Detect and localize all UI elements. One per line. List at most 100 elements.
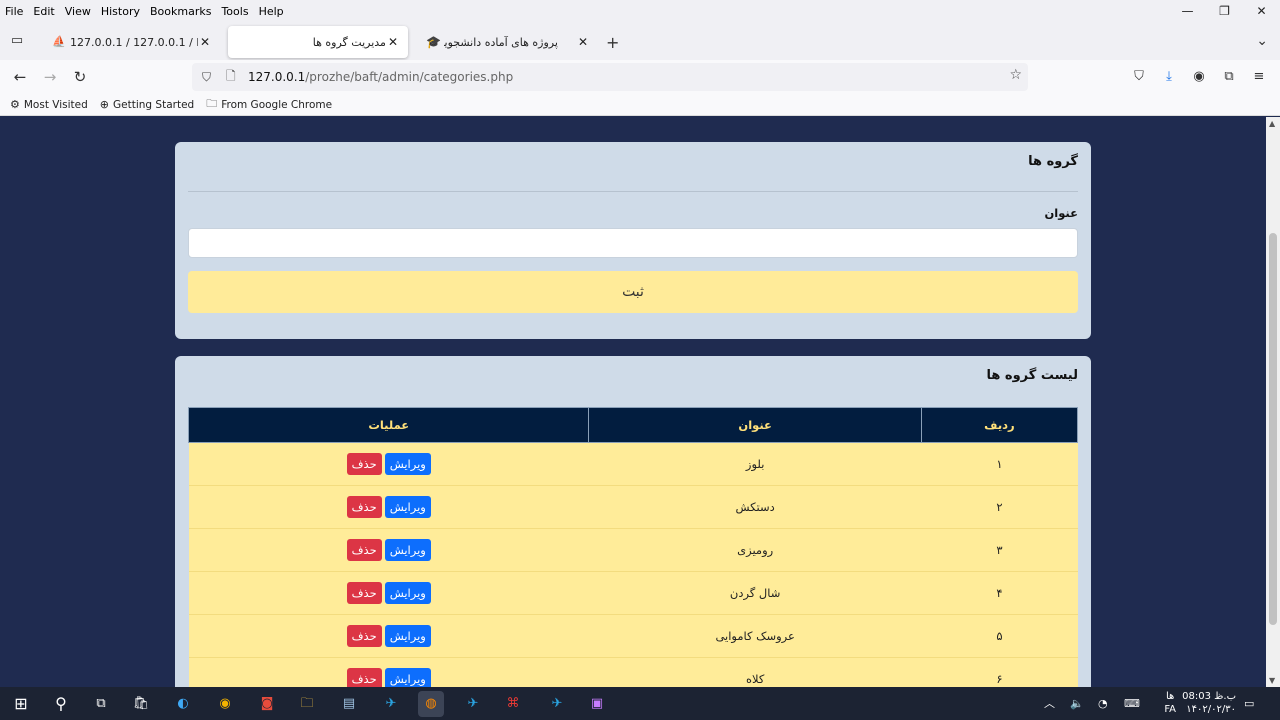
delete-button[interactable]: حذف [346, 625, 382, 647]
language-indicator[interactable]: ها FA [1164, 690, 1176, 716]
tab-title: مدیریت گروه ها [312, 35, 386, 49]
menu-view[interactable]: View [60, 5, 96, 18]
scroll-down-icon[interactable]: ▼ [1269, 676, 1275, 685]
address-bar[interactable]: ⛉ 🗋 127.0.0.1 /prozhe/baft/admin/categor… [192, 63, 1028, 91]
window-controls: — ❐ ✕ [1169, 0, 1280, 22]
category-list-card: لیست گروه ها ردیف عنوان عملیات ۱ بلوز وی… [175, 356, 1091, 687]
firefox-icon[interactable]: ◍ [418, 691, 444, 717]
bookmark-label: Most Visited [23, 98, 88, 111]
gear-icon: ⚙ [10, 98, 20, 111]
tab-categories[interactable]: مدیریت گروه ها ✕ [228, 26, 408, 58]
delete-button[interactable]: حذف [346, 453, 382, 475]
folder-icon: 🗀 [206, 97, 218, 110]
notepad-icon[interactable]: ▤ [336, 691, 362, 717]
pocket-icon[interactable]: ⛉ [1128, 66, 1150, 88]
menu-history[interactable]: History [96, 5, 145, 18]
row-number: ۶ [921, 657, 1078, 687]
edit-button[interactable]: ویرایش [384, 625, 431, 647]
telegram-icon[interactable]: ✈ [544, 691, 570, 717]
clock[interactable]: 08:03 ب.ظ ۱۴۰۲/۰۲/۳۰ [1182, 690, 1236, 716]
edit-button[interactable]: ویرایش [384, 539, 431, 561]
volume-icon[interactable]: 🔈 [1070, 687, 1084, 720]
tab-projects[interactable]: 🎓 پروژه های آماده دانشجویی ✕ [414, 26, 598, 58]
bookmark-label: From Google Chrome [221, 98, 333, 111]
row-title: عروسک کاموایی [588, 614, 922, 658]
bookmark-getting-started[interactable]: ⊕ Getting Started [100, 98, 194, 111]
keyboard-icon[interactable]: ⌨ [1124, 687, 1140, 720]
tab-list-icon[interactable]: ▭ [6, 30, 28, 52]
scroll-up-icon[interactable]: ▲ [1269, 119, 1275, 128]
chevron-down-icon[interactable]: ⌄ [1256, 33, 1268, 49]
download-icon[interactable]: ⤓ [1158, 66, 1180, 88]
delete-button[interactable]: حذف [346, 668, 382, 687]
scroll-thumb[interactable] [1269, 233, 1277, 625]
telegram-icon[interactable]: ✈ [460, 691, 486, 717]
delete-button[interactable]: حذف [346, 582, 382, 604]
edit-button[interactable]: ویرایش [384, 668, 431, 687]
bookmarks-bar: ⚙ Most Visited ⊕ Getting Started 🗀 From … [0, 94, 1280, 116]
edit-button[interactable]: ویرایش [384, 582, 431, 604]
acrobat-icon[interactable]: ⌘ [500, 691, 526, 717]
row-operations: ویرایش حذف [188, 442, 589, 486]
chrome-icon[interactable]: ◉ [212, 691, 238, 717]
navigation-bar: ← → ↻ ⛉ 🗋 127.0.0.1 /prozhe/baft/admin/c… [0, 60, 1280, 94]
row-title: شال گردن [588, 571, 922, 615]
bookmark-star-icon[interactable]: ☆ [1009, 67, 1022, 83]
list-card-title: لیست گروه ها [986, 368, 1078, 383]
url-host: 127.0.0.1 [248, 70, 306, 84]
bookmark-most-visited[interactable]: ⚙ Most Visited [10, 98, 88, 111]
menu-help[interactable]: Help [254, 5, 289, 18]
menu-edit[interactable]: Edit [28, 5, 59, 18]
row-title: دستکش [588, 485, 922, 529]
forward-icon[interactable]: → [38, 66, 62, 88]
file-explorer-icon[interactable]: 🗀 [294, 691, 320, 717]
bookmark-label: Getting Started [113, 98, 195, 111]
close-icon[interactable]: ✕ [200, 35, 210, 49]
shield-icon[interactable]: ⛉ [202, 70, 216, 85]
edge-icon[interactable]: ◐ [170, 691, 196, 717]
category-form-card: گروه ها عنوان ثبت [175, 142, 1091, 339]
bookmark-from-chrome[interactable]: 🗀 From Google Chrome [206, 95, 332, 114]
row-operations: ویرایش حذف [188, 528, 589, 572]
delete-button[interactable]: حذف [346, 496, 382, 518]
edit-button[interactable]: ویرایش [384, 453, 431, 475]
lang-top: ها [1165, 691, 1175, 702]
close-icon[interactable]: ✕ [388, 35, 398, 49]
divider [188, 191, 1078, 192]
close-icon[interactable]: ✕ [578, 35, 588, 49]
search-icon[interactable]: ⚲ [48, 691, 74, 717]
extensions-icon[interactable]: ⧉ [1218, 66, 1240, 88]
new-tab-button[interactable]: + [606, 33, 619, 52]
menu-hamburger-icon[interactable]: ≡ [1248, 66, 1270, 88]
table-row: ۶ کلاه ویرایش حذف [188, 657, 1078, 687]
menu-file[interactable]: File [0, 5, 28, 18]
tab-title: 127.0.0.1 / 127.0.0.1 / baft / use [70, 35, 198, 49]
task-view-icon[interactable]: ⧉ [88, 691, 114, 717]
restore-icon[interactable]: ❐ [1206, 0, 1243, 22]
account-icon[interactable]: ◉ [1188, 66, 1210, 88]
submit-button[interactable]: ثبت [188, 271, 1078, 313]
title-input[interactable] [188, 228, 1078, 258]
phpstorm-icon[interactable]: ▣ [584, 691, 610, 717]
windows-start-icon[interactable]: ⊞ [8, 691, 34, 717]
globe-icon: ⊕ [99, 98, 110, 111]
lang-code: FA [1164, 704, 1176, 715]
menu-tools[interactable]: Tools [216, 5, 253, 18]
reload-icon[interactable]: ↻ [68, 66, 92, 88]
close-window-icon[interactable]: ✕ [1243, 0, 1280, 22]
wifi-icon[interactable]: ◔ [1098, 687, 1108, 720]
chevron-up-icon[interactable]: ︿ [1044, 687, 1055, 720]
tab-bar: ▭ ⛵ 127.0.0.1 / 127.0.0.1 / baft / use ✕… [0, 22, 1280, 60]
edit-button[interactable]: ویرایش [384, 496, 431, 518]
delete-button[interactable]: حذف [346, 539, 382, 561]
app-icon[interactable]: ◙ [254, 691, 280, 717]
back-icon[interactable]: ← [8, 66, 32, 88]
telegram-icon[interactable]: ✈ [378, 691, 404, 717]
menu-bookmarks[interactable]: Bookmarks [145, 5, 216, 18]
store-icon[interactable]: 🛍 [128, 691, 154, 717]
notification-icon[interactable]: ▭ [1244, 687, 1254, 720]
tab-phpmyadmin[interactable]: ⛵ 127.0.0.1 / 127.0.0.1 / baft / use ✕ [40, 26, 220, 58]
minimize-icon[interactable]: — [1169, 0, 1206, 22]
menu-bar: File Edit View History Bookmarks Tools H… [0, 0, 1280, 22]
page-scrollbar[interactable]: ▲ ▼ [1266, 117, 1280, 687]
